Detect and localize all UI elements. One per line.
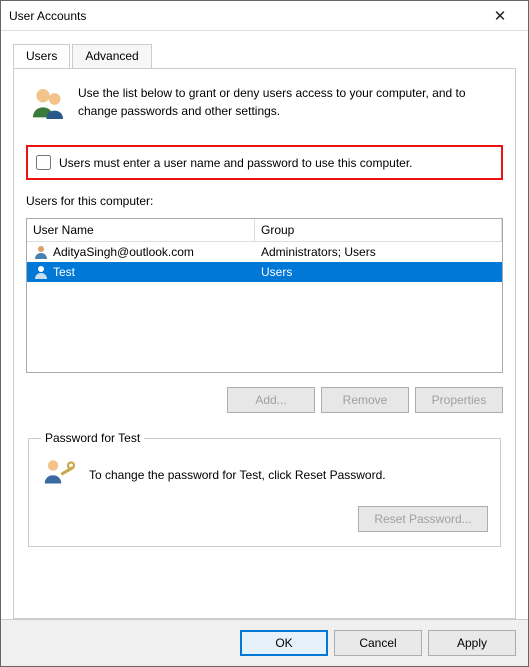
column-header-username[interactable]: User Name [27, 219, 255, 241]
users-list-header: User Name Group [27, 219, 502, 242]
cancel-button[interactable]: Cancel [334, 630, 422, 656]
user-accounts-dialog: User Accounts ✕ Users Advanced Use the l… [0, 0, 529, 667]
remove-user-button[interactable]: Remove [321, 387, 409, 413]
users-icon [28, 84, 68, 127]
password-text: To change the password for Test, click R… [89, 468, 386, 482]
users-list[interactable]: User Name Group AdityaSingh@outlook.com … [26, 218, 503, 373]
apply-button[interactable]: Apply [428, 630, 516, 656]
key-icon [41, 455, 77, 494]
user-name: Test [53, 265, 75, 279]
user-row[interactable]: AdityaSingh@outlook.com Administrators; … [27, 242, 502, 262]
window-title: User Accounts [9, 9, 480, 23]
ok-button[interactable]: OK [240, 630, 328, 656]
password-groupbox: Password for Test To change the password… [28, 431, 501, 547]
tab-advanced[interactable]: Advanced [72, 44, 151, 68]
user-name: AdityaSingh@outlook.com [53, 245, 194, 259]
users-list-label: Users for this computer: [26, 194, 503, 208]
user-group: Users [255, 263, 502, 281]
add-user-button[interactable]: Add... [227, 387, 315, 413]
intro-text: Use the list below to grant or deny user… [78, 84, 501, 120]
users-panel: Use the list below to grant or deny user… [13, 68, 516, 619]
require-password-label[interactable]: Users must enter a user name and passwor… [59, 156, 413, 170]
password-group-label: Password for Test [41, 431, 144, 445]
tab-strip: Users Advanced [13, 44, 516, 69]
user-icon [33, 244, 49, 260]
reset-password-button[interactable]: Reset Password... [358, 506, 488, 532]
user-group: Administrators; Users [255, 243, 502, 261]
properties-button[interactable]: Properties [415, 387, 503, 413]
user-row[interactable]: Test Users [27, 262, 502, 282]
titlebar: User Accounts ✕ [1, 1, 528, 31]
user-icon [33, 264, 49, 280]
require-password-checkbox[interactable] [36, 155, 51, 170]
column-header-group[interactable]: Group [255, 219, 502, 241]
tab-users[interactable]: Users [13, 44, 70, 68]
intro-row: Use the list below to grant or deny user… [26, 80, 503, 135]
require-password-row: Users must enter a user name and passwor… [26, 145, 503, 180]
dialog-footer: OK Cancel Apply [1, 619, 528, 666]
user-buttons-row: Add... Remove Properties [26, 387, 503, 413]
close-button[interactable]: ✕ [480, 3, 520, 29]
